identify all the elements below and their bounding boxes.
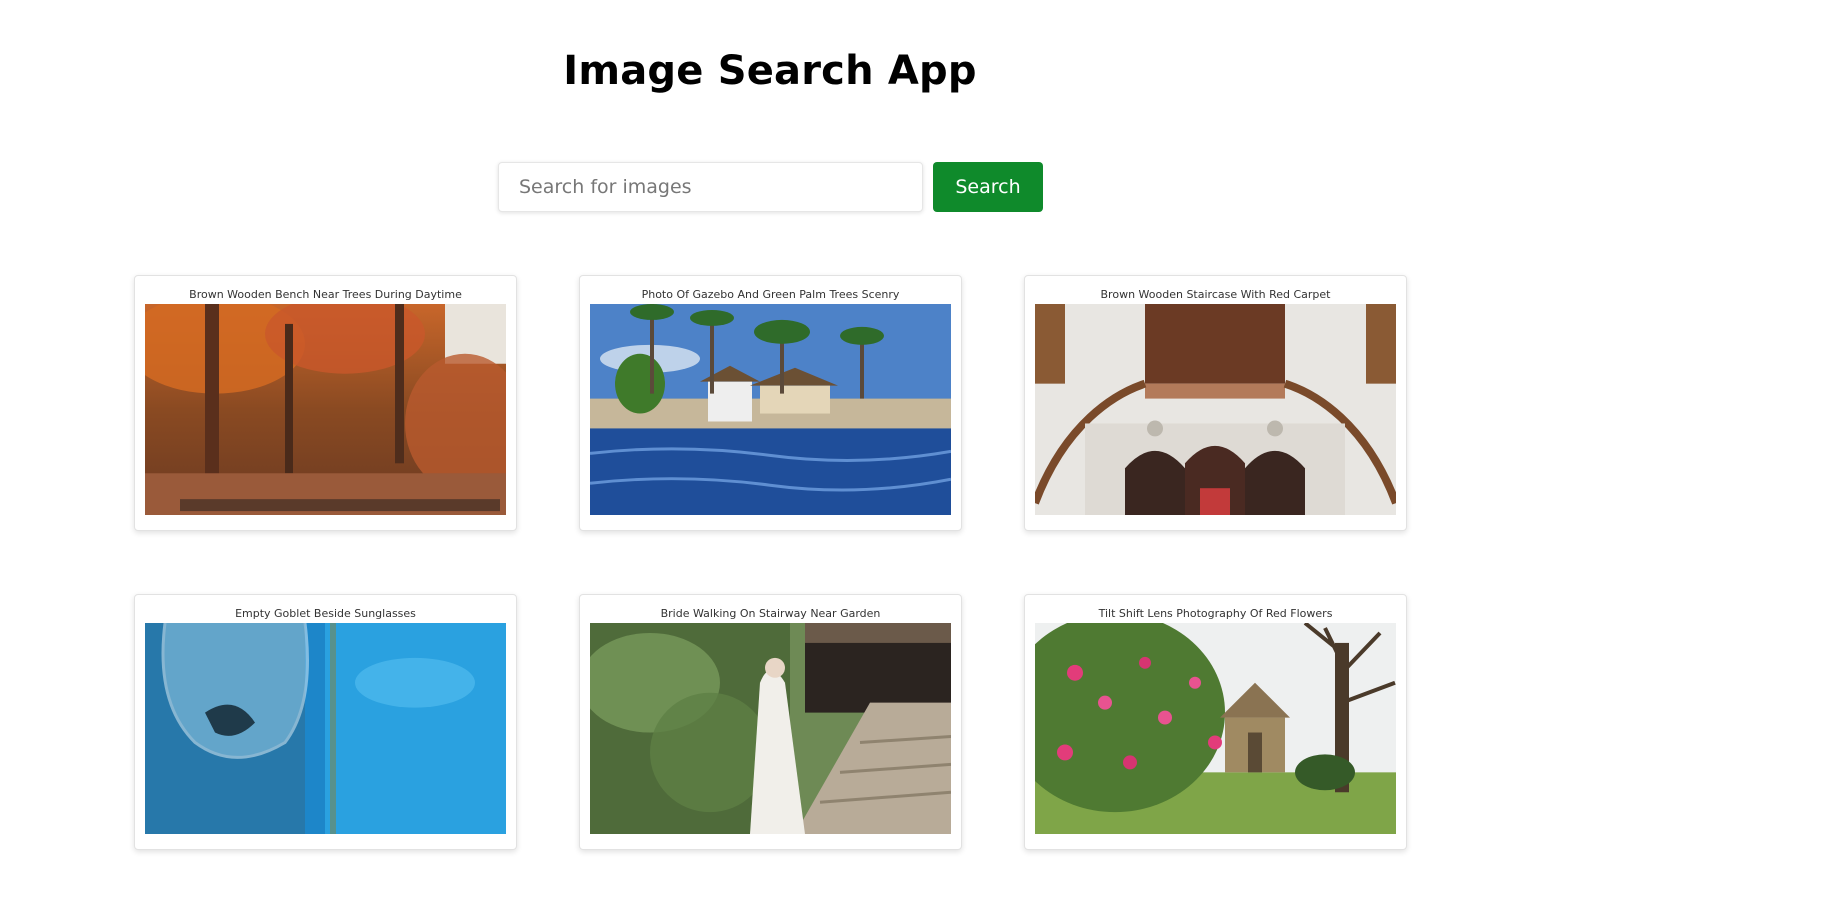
results-grid: Brown Wooden Bench Near Trees During Day… bbox=[134, 275, 1408, 850]
result-caption: Brown Wooden Bench Near Trees During Day… bbox=[189, 288, 462, 301]
result-card[interactable]: Brown Wooden Bench Near Trees During Day… bbox=[134, 275, 517, 531]
search-input[interactable] bbox=[498, 162, 923, 212]
result-caption: Brown Wooden Staircase With Red Carpet bbox=[1100, 288, 1331, 301]
result-card[interactable]: Brown Wooden Staircase With Red Carpet bbox=[1024, 275, 1407, 531]
result-image[interactable] bbox=[1035, 303, 1396, 515]
search-form: Search bbox=[498, 162, 1044, 212]
result-caption: Photo Of Gazebo And Green Palm Trees Sce… bbox=[641, 288, 900, 301]
result-image[interactable] bbox=[145, 622, 506, 834]
result-card[interactable]: Empty Goblet Beside Sunglasses bbox=[134, 594, 517, 850]
result-image[interactable] bbox=[1035, 622, 1396, 834]
result-card[interactable]: Photo Of Gazebo And Green Palm Trees Sce… bbox=[579, 275, 962, 531]
result-image[interactable] bbox=[145, 303, 506, 515]
result-card[interactable]: Bride Walking On Stairway Near Garden bbox=[579, 594, 962, 850]
result-image[interactable] bbox=[590, 622, 951, 834]
result-card[interactable]: Tilt Shift Lens Photography Of Red Flowe… bbox=[1024, 594, 1407, 850]
page-title: Image Search App bbox=[563, 48, 977, 94]
result-caption: Empty Goblet Beside Sunglasses bbox=[235, 607, 416, 620]
result-caption: Bride Walking On Stairway Near Garden bbox=[660, 607, 881, 620]
search-button[interactable]: Search bbox=[933, 162, 1043, 212]
result-image[interactable] bbox=[590, 303, 951, 515]
result-caption: Tilt Shift Lens Photography Of Red Flowe… bbox=[1098, 607, 1333, 620]
